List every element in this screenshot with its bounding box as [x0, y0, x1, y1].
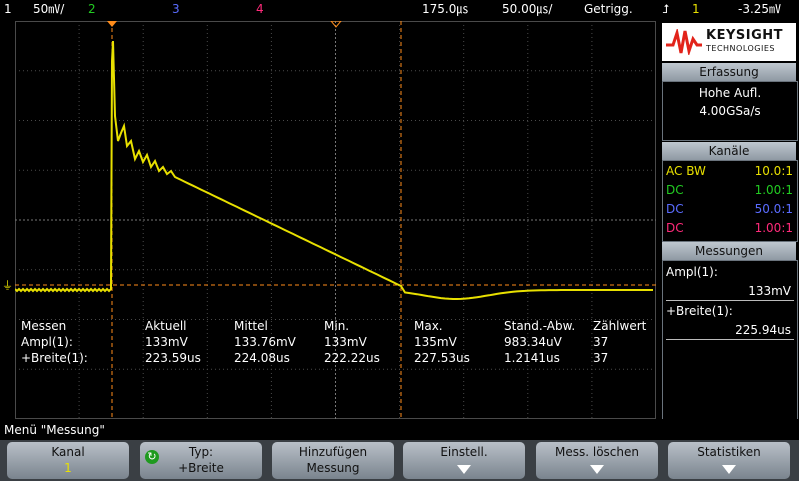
meas1-value: 133mV	[748, 284, 791, 298]
keysight-wave-icon	[666, 29, 702, 55]
softkey-settings-label: Einstell.	[440, 445, 488, 459]
submenu-arrow-icon	[722, 465, 736, 474]
stats-row1-max: 135mV	[414, 335, 457, 349]
stats-row2-name: +Breite(1):	[21, 351, 88, 365]
side-panel: KEYSIGHT TECHNOLOGIES Erfassung Hohe Auf…	[659, 21, 799, 419]
brand-line1: KEYSIGHT	[706, 28, 783, 43]
meas-divider	[666, 300, 794, 301]
menu-title: Menü "Messung"	[4, 423, 105, 437]
stats-row2-mean: 224.08us	[234, 351, 290, 365]
ch4-probe-ratio: 1.00:1	[754, 221, 793, 235]
stats-row1-mean: 133.76mV	[234, 335, 296, 349]
status-bar: 1 50㎷/ 2 3 4 175.0㎲ 50.00㎲/ Getrigg. ⮥ 1…	[0, 0, 799, 18]
softkey-type[interactable]: ↻ Typ: +Breite	[140, 442, 262, 479]
stats-row2-current: 223.59us	[145, 351, 201, 365]
ch3-number[interactable]: 3	[172, 2, 180, 16]
waveform-display[interactable]: Messen Aktuell Mittel Min. Max. Stand.-A…	[15, 21, 656, 419]
stats-row1-current: 133mV	[145, 335, 188, 349]
stats-row2-count: 37	[593, 351, 609, 365]
trigger-level[interactable]: -3.25㎷	[738, 2, 781, 16]
ch2-probe-ratio: 1.00:1	[754, 183, 793, 197]
time-position[interactable]: 175.0㎲	[422, 2, 468, 16]
keysight-logo: KEYSIGHT TECHNOLOGIES	[662, 23, 796, 61]
stats-header-stddev: Stand.-Abw.	[504, 319, 576, 333]
meas2-value: 225.94us	[735, 323, 791, 337]
stats-header-aktuell: Aktuell	[145, 319, 187, 333]
trigger-edge-icon: ⮥	[662, 2, 670, 16]
ch4-coupling: DC	[666, 221, 684, 235]
acquisition-rate: 4.00GSa/s	[699, 104, 761, 118]
ch4-number[interactable]: 4	[256, 2, 264, 16]
ch1-trace	[15, 40, 653, 300]
ch1-scale[interactable]: 50㎷/	[33, 2, 64, 16]
stats-row1-name: Ampl(1):	[21, 335, 73, 349]
meas2-label: +Breite(1):	[666, 304, 733, 318]
brand-line2: TECHNOLOGIES	[706, 44, 775, 53]
ch1-coupling: AC BW	[666, 164, 706, 178]
acquisition-mode: Hohe Aufl.	[698, 86, 762, 100]
stats-header-max: Max.	[414, 319, 443, 333]
stats-row1-count: 37	[593, 335, 609, 349]
softkey-statistics[interactable]: Statistiken	[668, 442, 790, 479]
measurements-header[interactable]: Messungen	[662, 242, 796, 260]
ch1-probe-ratio: 10.0:1	[754, 164, 793, 178]
stats-header-count: Zählwert	[593, 319, 647, 333]
trigger-state: Getrigg.	[584, 2, 633, 16]
ch2-number[interactable]: 2	[88, 2, 96, 16]
softkey-add-measurement[interactable]: Hinzufügen Messung	[272, 442, 394, 479]
trigger-marker-icon[interactable]	[107, 21, 117, 27]
stats-row2-stddev: 1.2141us	[504, 351, 560, 365]
submenu-arrow-icon	[457, 465, 471, 474]
softkey-settings[interactable]: Einstell.	[403, 442, 525, 479]
ch1-number: 1	[4, 2, 12, 16]
meas-divider-2	[666, 339, 794, 340]
stats-header-min: Min.	[324, 319, 350, 333]
softkey-channel[interactable]: Kanal 1	[7, 442, 129, 479]
acquisition-header[interactable]: Erfassung	[662, 63, 796, 81]
ch3-coupling: DC	[666, 202, 684, 216]
stats-row2-max: 227.53us	[414, 351, 470, 365]
meas1-label: Ampl(1):	[666, 265, 718, 279]
stats-row2-min: 222.22us	[324, 351, 380, 365]
channels-header[interactable]: Kanäle	[662, 142, 796, 160]
ch1-ground-marker-icon[interactable]: ⏚	[2, 278, 14, 294]
stats-header-messen: Messen	[21, 319, 67, 333]
stats-row1-min: 133mV	[324, 335, 367, 349]
softkey-type-label: Typ:	[188, 445, 214, 459]
timebase[interactable]: 50.00㎲/	[502, 2, 552, 16]
submenu-arrow-icon	[590, 465, 604, 474]
softkey-clear-measurements[interactable]: Mess. löschen	[536, 442, 658, 479]
softkey-channel-value: 1	[64, 461, 72, 475]
softkey-clear-label: Mess. löschen	[555, 445, 639, 459]
softkey-type-value: +Breite	[178, 461, 224, 475]
softkey-add-value: Messung	[306, 461, 360, 475]
softkey-bar: Kanal 1 ↻ Typ: +Breite Hinzufügen Messun…	[0, 440, 799, 481]
trigger-source[interactable]: 1	[692, 2, 700, 16]
stats-row1-stddev: 983.34uV	[504, 335, 562, 349]
ch2-coupling: DC	[666, 183, 684, 197]
softkey-add-label: Hinzufügen	[298, 445, 368, 459]
softkey-statistics-label: Statistiken	[697, 445, 761, 459]
ch3-probe-ratio: 50.0:1	[754, 202, 793, 216]
softkey-channel-label: Kanal	[51, 445, 85, 459]
measurements-box: Ampl(1): 133mV +Breite(1): 225.94us	[662, 260, 798, 419]
stats-header-mittel: Mittel	[234, 319, 268, 333]
acquisition-box: Hohe Aufl. 4.00GSa/s	[662, 81, 798, 141]
channels-box: AC BW 10.0:1 DC 1.00:1 DC 50.0:1 DC 1.00…	[662, 160, 798, 242]
